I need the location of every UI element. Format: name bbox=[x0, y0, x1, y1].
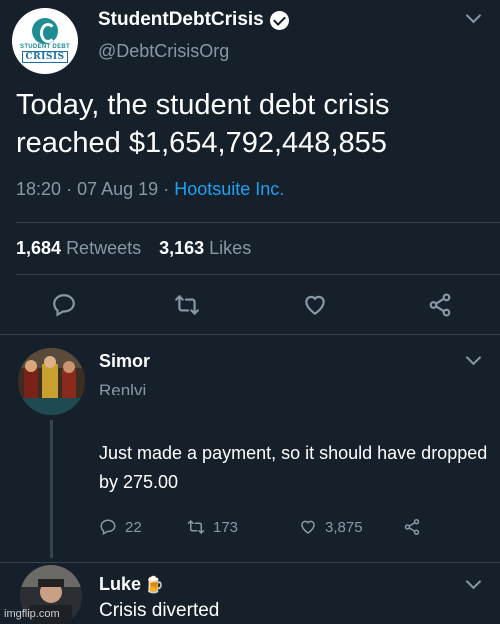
avatar[interactable]: STUDENT DEBT CRISIS bbox=[12, 8, 78, 74]
reply-author-name[interactable]: Simor bbox=[99, 351, 150, 372]
tweet-meta: 18:20 · 07 Aug 19 · Hootsuite Inc. bbox=[16, 179, 284, 200]
chevron-down-icon[interactable] bbox=[465, 349, 482, 366]
author-name-row[interactable]: StudentDebtCrisis bbox=[98, 9, 289, 31]
retweet-count: 173 bbox=[213, 518, 239, 536]
retweets-label: Retweets bbox=[66, 238, 142, 258]
divider bbox=[16, 222, 500, 223]
divider bbox=[16, 274, 500, 275]
like-icon[interactable] bbox=[302, 292, 328, 318]
reply-icon bbox=[100, 519, 116, 536]
tweet-date: 07 Aug 19 bbox=[77, 179, 159, 199]
avatar-logo-word: CRISIS bbox=[22, 50, 68, 63]
retweets-stat[interactable]: 1,684 Retweets bbox=[16, 238, 141, 259]
tweet-time: 18:20 bbox=[16, 179, 62, 199]
like-action[interactable]: 3,875 bbox=[299, 518, 403, 536]
retweet-icon[interactable] bbox=[174, 292, 200, 318]
main-tweet: STUDENT DEBT CRISIS StudentDebtCrisis @D… bbox=[0, 0, 500, 336]
like-icon bbox=[301, 520, 315, 534]
likes-count: 3,163 bbox=[159, 238, 205, 258]
reply-avatar[interactable] bbox=[18, 348, 85, 415]
meta-separator: · bbox=[163, 179, 170, 199]
engagement-stats: 1,684 Retweets 3,163 Likes bbox=[16, 238, 251, 259]
share-icon bbox=[404, 519, 420, 535]
reply-author-name-row[interactable]: Luke 🍺 bbox=[99, 574, 164, 595]
likes-label: Likes bbox=[209, 238, 252, 258]
tweet-text: Today, the student debt crisis reached $… bbox=[16, 89, 390, 159]
reply-author-name[interactable]: Luke bbox=[99, 574, 141, 595]
tweet-source-link[interactable]: Hootsuite Inc. bbox=[174, 179, 284, 199]
divider bbox=[0, 562, 500, 563]
chevron-down-icon[interactable] bbox=[465, 573, 482, 590]
thread-line bbox=[50, 420, 53, 558]
watermark: imgflip.com bbox=[4, 608, 60, 620]
share-action[interactable] bbox=[403, 518, 421, 536]
display-name[interactable]: StudentDebtCrisis bbox=[98, 9, 264, 31]
replying-to-label: Renlvi bbox=[99, 381, 147, 395]
chevron-down-icon[interactable] bbox=[465, 7, 482, 24]
like-count: 3,875 bbox=[325, 518, 363, 536]
meta-separator: · bbox=[66, 179, 73, 199]
avatar-logo-top: STUDENT DEBT bbox=[20, 43, 70, 50]
reply-text: Just made a payment, so it should have d… bbox=[99, 443, 488, 492]
user-handle[interactable]: @DebtCrisisOrg bbox=[98, 41, 229, 62]
retweets-count: 1,684 bbox=[16, 238, 62, 258]
reply-actions: 22 173 3,875 bbox=[99, 518, 421, 536]
reply-icon[interactable] bbox=[51, 292, 77, 318]
share-icon[interactable] bbox=[427, 292, 453, 318]
verified-icon bbox=[269, 10, 289, 30]
reply-text: Crisis diverted bbox=[99, 600, 220, 621]
beer-emoji-icon: 🍺 bbox=[144, 576, 164, 594]
retweet-icon bbox=[187, 520, 205, 534]
reply-count: 22 bbox=[125, 518, 142, 536]
divider bbox=[0, 334, 500, 335]
retweet-action[interactable]: 173 bbox=[187, 518, 299, 536]
logo-mark-icon bbox=[32, 17, 58, 44]
reply-action[interactable]: 22 bbox=[99, 518, 187, 536]
likes-stat[interactable]: 3,163 Likes bbox=[159, 238, 251, 259]
